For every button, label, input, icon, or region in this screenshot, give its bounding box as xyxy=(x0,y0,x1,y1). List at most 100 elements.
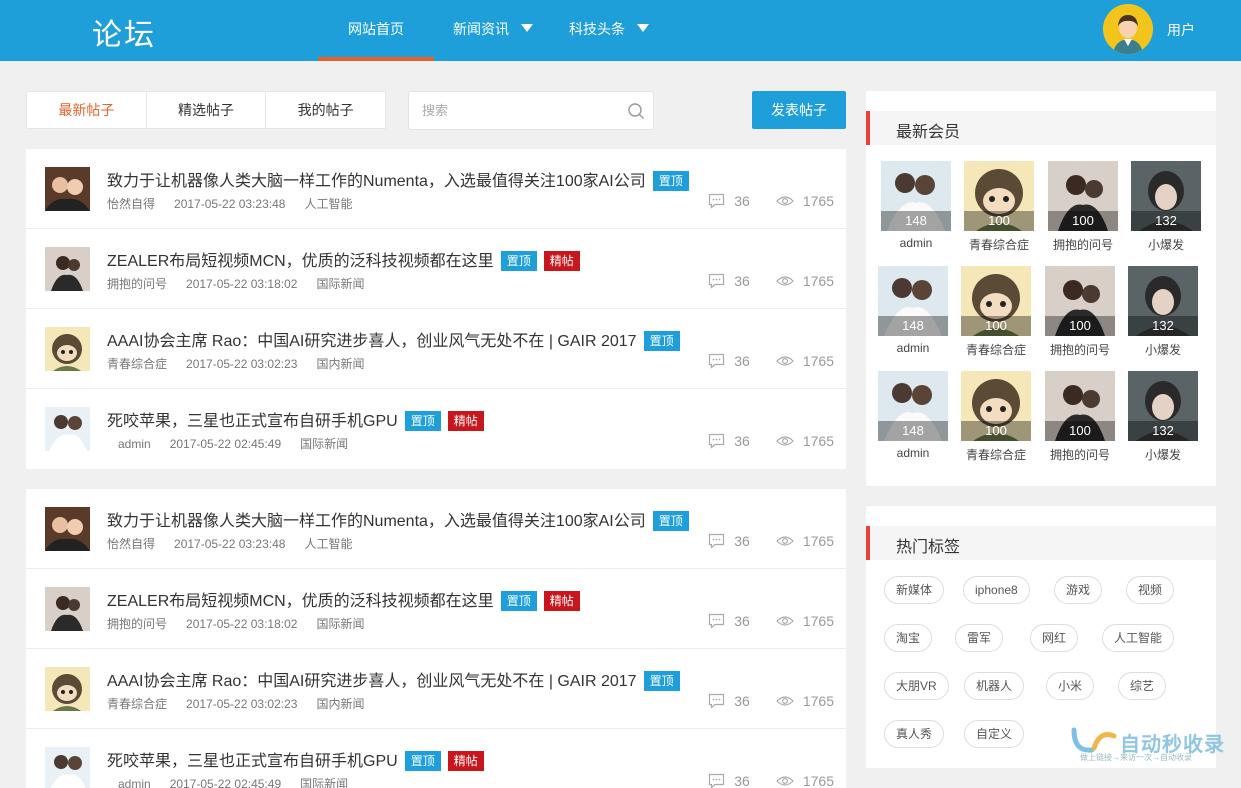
avatar[interactable] xyxy=(45,747,90,788)
post-category[interactable]: 国内新闻 xyxy=(316,357,364,371)
post-title[interactable]: AAAI协会主席 Rao：中国AI研究进步喜人，创业风气无处不在 | GAIR … xyxy=(107,667,680,691)
post-author[interactable]: 怡然自得 xyxy=(107,197,155,211)
tag-item[interactable]: 淘宝 xyxy=(884,624,933,652)
tag-item[interactable]: 大朋VR xyxy=(884,672,949,700)
post-category[interactable]: 国际新闻 xyxy=(300,437,348,451)
post-row[interactable]: 死咬苹果，三星也正式宣布自研手机GPU 置顶 精帖 admin 2017-05-22 … xyxy=(26,729,846,788)
member-card[interactable]: 100 拥抱的问号 xyxy=(1045,266,1115,358)
post-category[interactable]: 人工智能 xyxy=(304,537,352,551)
member-photo[interactable]: 148 xyxy=(878,266,948,336)
member-card[interactable]: 100 拥抱的问号 xyxy=(1045,371,1115,463)
avatar[interactable] xyxy=(45,507,90,551)
nav-tech[interactable]: 科技头条 xyxy=(569,0,649,61)
member-name[interactable]: 小爆发 xyxy=(1128,446,1198,463)
member-name[interactable]: admin xyxy=(878,341,948,355)
member-photo[interactable]: 132 xyxy=(1128,266,1198,336)
tag-item[interactable]: 综艺 xyxy=(1118,672,1167,700)
site-logo[interactable]: 论坛 xyxy=(92,10,156,54)
post-author[interactable]: 青春综合症 xyxy=(107,697,167,711)
member-name[interactable]: 青春综合症 xyxy=(961,446,1031,463)
member-name[interactable]: 拥抱的问号 xyxy=(1048,236,1118,253)
post-row[interactable]: 死咬苹果，三星也正式宣布自研手机GPU 置顶 精帖 admin 2017-05-22 … xyxy=(26,389,846,469)
member-photo[interactable]: 100 xyxy=(961,266,1031,336)
tag-item[interactable]: 自定义 xyxy=(964,720,1025,748)
avatar[interactable] xyxy=(45,327,90,371)
post-title[interactable]: 致力于让机器像人类大脑一样工作的Numenta，入选最值得关注100家AI公司置… xyxy=(107,167,689,191)
member-photo[interactable]: 132 xyxy=(1128,371,1198,441)
post-title[interactable]: 死咬苹果，三星也正式宣布自研手机GPU 置顶 精帖 xyxy=(107,407,484,431)
post-author[interactable]: 拥抱的问号 xyxy=(107,617,167,631)
member-card[interactable]: 100 拥抱的问号 xyxy=(1048,161,1118,253)
post-row[interactable]: 致力于让机器像人类大脑一样工作的Numenta，入选最值得关注100家AI公司置… xyxy=(26,489,846,569)
post-row[interactable]: ZEALER布局短视频MCN，优质的泛科技视频都在这里 置顶 精帖 拥抱的问号 201… xyxy=(26,569,846,649)
nav-news[interactable]: 新闻资讯 xyxy=(453,0,533,61)
tab-featured-posts[interactable]: 精选帖子 xyxy=(147,92,267,128)
user-avatar[interactable] xyxy=(1103,4,1153,54)
post-row[interactable]: AAAI协会主席 Rao：中国AI研究进步喜人，创业风气无处不在 | GAIR … xyxy=(26,309,846,389)
member-name[interactable]: 拥抱的问号 xyxy=(1045,341,1115,358)
avatar[interactable] xyxy=(45,167,90,211)
tag-item[interactable]: 新媒体 xyxy=(884,576,945,604)
member-photo[interactable]: 148 xyxy=(878,371,948,441)
member-name[interactable]: 拥抱的问号 xyxy=(1045,446,1115,463)
post-author[interactable]: admin xyxy=(118,777,151,788)
search-input[interactable] xyxy=(409,92,609,129)
avatar[interactable] xyxy=(45,407,90,451)
avatar[interactable] xyxy=(45,667,90,711)
member-card[interactable]: 132 小爆发 xyxy=(1128,266,1198,358)
post-title[interactable]: AAAI协会主席 Rao：中国AI研究进步喜人，创业风气无处不在 | GAIR … xyxy=(107,327,680,351)
post-author[interactable]: admin xyxy=(118,437,151,451)
post-category[interactable]: 国际新闻 xyxy=(316,617,364,631)
post-author[interactable]: 青春综合症 xyxy=(107,357,167,371)
member-card[interactable]: 132 小爆发 xyxy=(1131,161,1201,253)
tab-my-posts[interactable]: 我的帖子 xyxy=(266,92,385,128)
new-post-button[interactable]: 发表帖子 xyxy=(752,91,846,129)
post-author[interactable]: 拥抱的问号 xyxy=(107,277,167,291)
post-category[interactable]: 国际新闻 xyxy=(316,277,364,291)
tag-item[interactable]: 游戏 xyxy=(1054,576,1103,604)
post-title[interactable]: ZEALER布局短视频MCN，优质的泛科技视频都在这里 置顶 精帖 xyxy=(107,247,580,271)
post-title[interactable]: 致力于让机器像人类大脑一样工作的Numenta，入选最值得关注100家AI公司置… xyxy=(107,507,689,531)
member-name[interactable]: admin xyxy=(878,446,948,460)
member-name[interactable]: 小爆发 xyxy=(1131,236,1201,253)
tab-latest-posts[interactable]: 最新帖子 xyxy=(27,92,147,128)
member-photo[interactable]: 148 xyxy=(881,161,951,231)
tag-item[interactable]: 真人秀 xyxy=(884,720,945,748)
member-name[interactable]: 青春综合症 xyxy=(964,236,1034,253)
post-title[interactable]: ZEALER布局短视频MCN，优质的泛科技视频都在这里 置顶 精帖 xyxy=(107,587,580,611)
post-category[interactable]: 人工智能 xyxy=(304,197,352,211)
member-card[interactable]: 100 青春综合症 xyxy=(964,161,1034,253)
tag-item[interactable]: 人工智能 xyxy=(1102,624,1175,652)
member-photo[interactable]: 100 xyxy=(1045,371,1115,441)
avatar[interactable] xyxy=(45,247,90,291)
post-row[interactable]: ZEALER布局短视频MCN，优质的泛科技视频都在这里 置顶 精帖 拥抱的问号 201… xyxy=(26,229,846,309)
post-category[interactable]: 国际新闻 xyxy=(300,777,348,788)
post-category[interactable]: 国内新闻 xyxy=(316,697,364,711)
tag-item[interactable]: 机器人 xyxy=(964,672,1025,700)
search-icon[interactable] xyxy=(627,102,645,120)
tag-item[interactable]: 视频 xyxy=(1126,576,1175,604)
member-card[interactable]: 132 小爆发 xyxy=(1128,371,1198,463)
tag-item[interactable]: iphone8 xyxy=(963,576,1030,604)
member-card[interactable]: 100 青春综合症 xyxy=(961,266,1031,358)
member-card[interactable]: 148 admin xyxy=(878,371,948,460)
tag-item[interactable]: 小米 xyxy=(1046,672,1095,700)
member-name[interactable]: admin xyxy=(881,236,951,250)
tag-item[interactable]: 雷军 xyxy=(955,624,1004,652)
member-photo[interactable]: 100 xyxy=(1045,266,1115,336)
member-photo[interactable]: 100 xyxy=(1048,161,1118,231)
member-card[interactable]: 148 admin xyxy=(878,266,948,355)
member-name[interactable]: 小爆发 xyxy=(1128,341,1198,358)
member-photo[interactable]: 132 xyxy=(1131,161,1201,231)
member-photo[interactable]: 100 xyxy=(961,371,1031,441)
nav-home[interactable]: 网站首页 xyxy=(318,0,434,61)
post-author[interactable]: 怡然自得 xyxy=(107,537,155,551)
member-photo[interactable]: 100 xyxy=(964,161,1034,231)
avatar[interactable] xyxy=(45,587,90,631)
post-row[interactable]: 致力于让机器像人类大脑一样工作的Numenta，入选最值得关注100家AI公司置… xyxy=(26,149,846,229)
member-card[interactable]: 148 admin xyxy=(881,161,951,250)
post-row[interactable]: AAAI协会主席 Rao：中国AI研究进步喜人，创业风气无处不在 | GAIR … xyxy=(26,649,846,729)
user-name[interactable]: 用户 xyxy=(1167,20,1195,40)
tag-item[interactable]: 网红 xyxy=(1030,624,1079,652)
member-name[interactable]: 青春综合症 xyxy=(961,341,1031,358)
